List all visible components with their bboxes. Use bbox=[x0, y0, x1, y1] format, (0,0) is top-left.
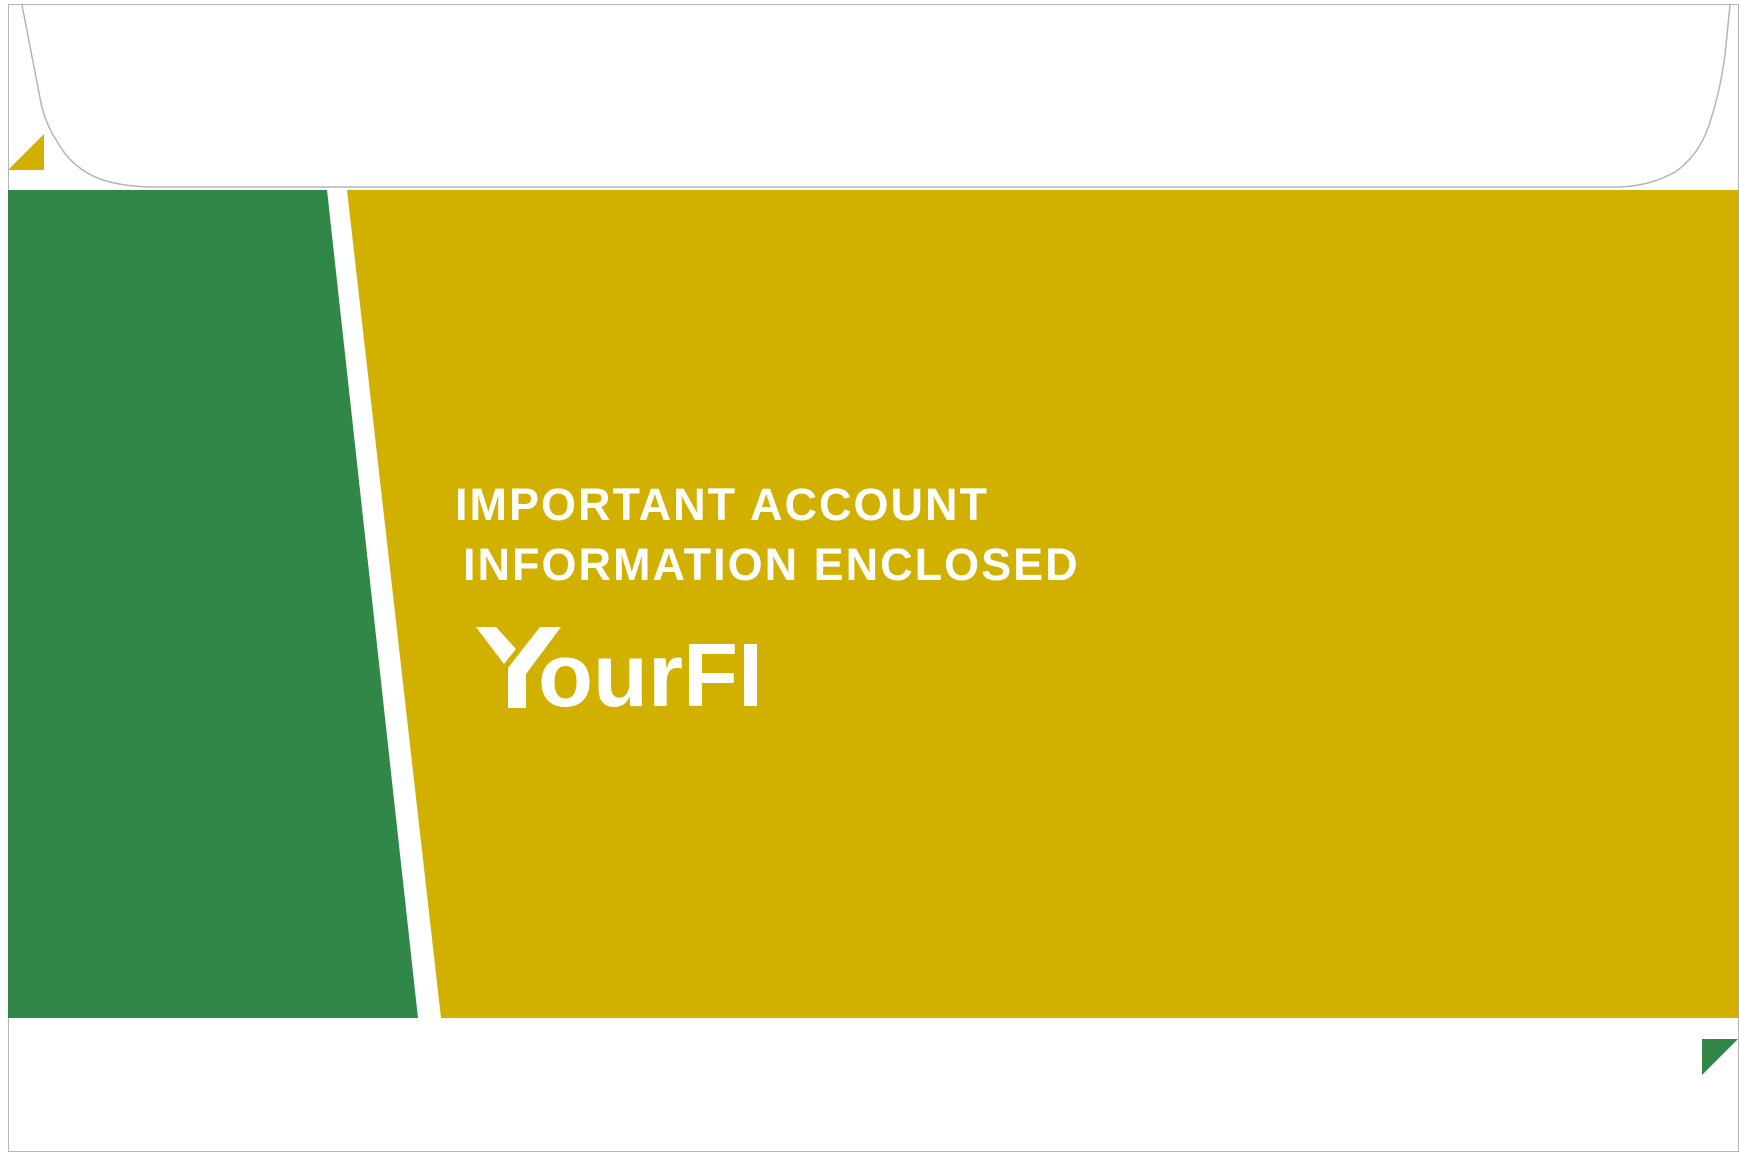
brand-name: ourFI bbox=[538, 626, 763, 720]
corner-triangle-gold-icon bbox=[8, 134, 44, 170]
headline-line-2: INFORMATION ENCLOSED bbox=[463, 539, 1080, 590]
brand-logo: ourFI bbox=[476, 626, 763, 720]
headline-line-1: IMPORTANT ACCOUNT bbox=[455, 479, 989, 530]
envelope-flap-outline bbox=[21, 4, 1731, 188]
green-band bbox=[8, 190, 418, 1018]
corner-triangle-green-icon bbox=[1702, 1039, 1738, 1075]
gold-band bbox=[347, 190, 1739, 1018]
